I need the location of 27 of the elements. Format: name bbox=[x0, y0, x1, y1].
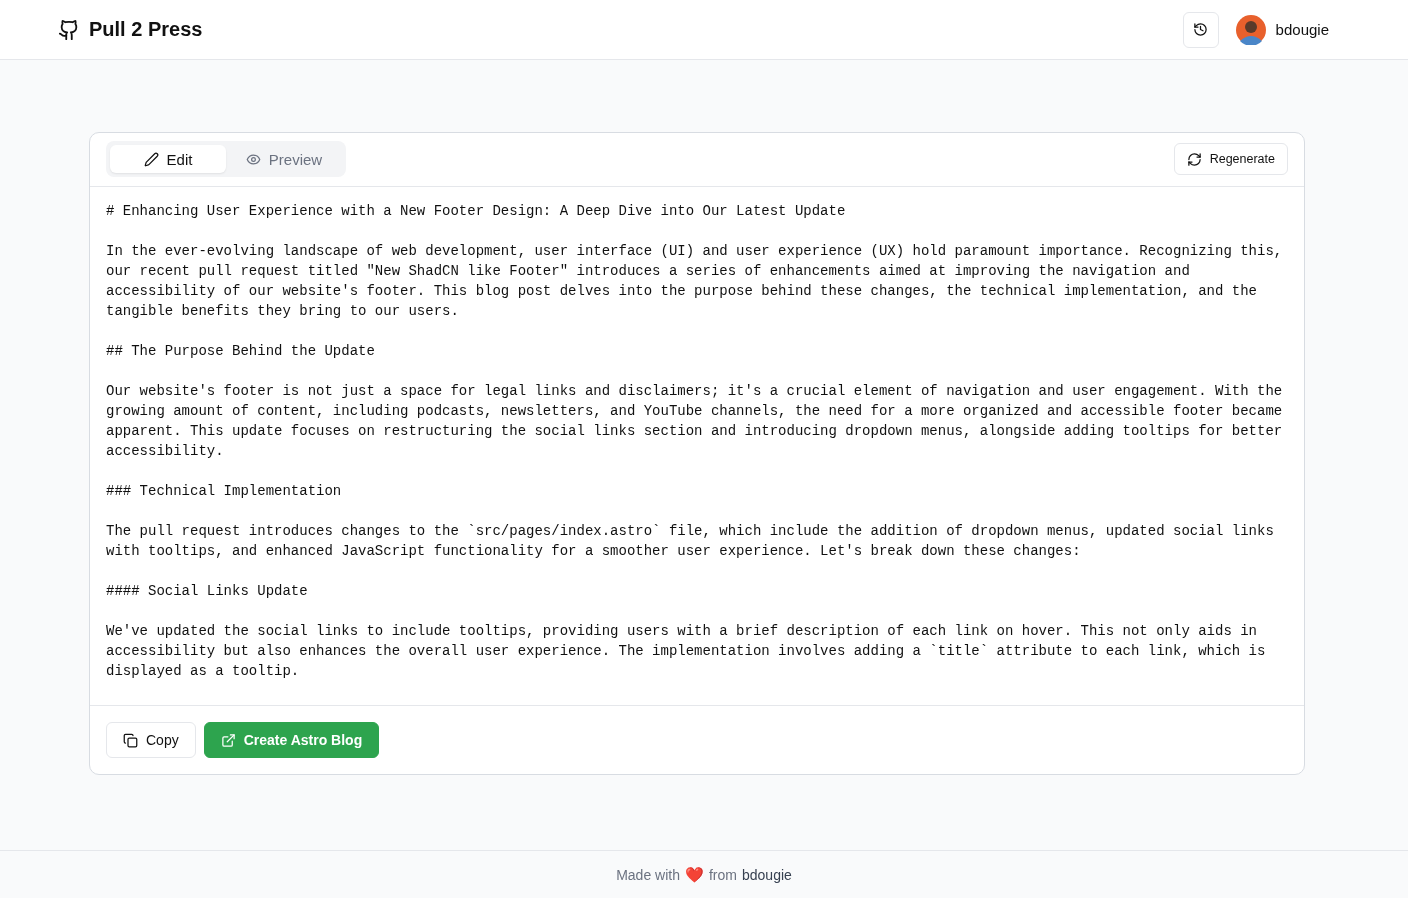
markdown-paragraph: ### Technical Implementation bbox=[106, 482, 343, 501]
app-title: Pull 2 Press bbox=[89, 18, 203, 41]
copy-icon bbox=[123, 732, 138, 748]
markdown-paragraph: The pull request introduces changes to the `src/pages/index.astro` file, which include the addition of dropdown menus, updated social links with tooltips, and enhanced JavaScript functionality for a smoother user experience. Let's break down these changes: bbox=[106, 522, 1275, 561]
eye-icon bbox=[245, 151, 261, 167]
history-button[interactable] bbox=[1182, 11, 1219, 48]
github-logo-icon bbox=[58, 18, 80, 41]
avatar[interactable] bbox=[1235, 14, 1266, 45]
markdown-paragraph: # Enhancing User Experience with a New Footer Design: A Deep Dive into Our Latest Update bbox=[106, 202, 847, 221]
refresh-icon bbox=[1186, 151, 1202, 167]
markdown-paragraph: ## The Purpose Behind the Update bbox=[106, 342, 376, 361]
markdown-paragraph: Our website's footer is not just a space for legal links and disclaimers; it's a crucial element of navigation and user engagement. With the growing amount of content, including podcasts, newsletters, and YouTube channels, the need for a more organized and accessible footer became apparent. This update focuses on restructuring the social links section and introducing dropdown menus, alongside adding tooltips for better accessibility. bbox=[106, 382, 1284, 461]
footer-text: from bbox=[709, 866, 737, 883]
markdown-paragraph: In the ever-evolving landscape of web development, user interface (UI) and user experience (UX) hold paramount importance. Recognizing this, our recent pull request titled "New ShadCN like Footer" introduces a series of enhancements aimed at improving the navigation and accessibility of our website's footer. This blog post delves into the purpose behind these changes, the technical implementation, and the tangible benefits they bring to our users. bbox=[106, 242, 1284, 321]
copy-button[interactable]: Copy bbox=[106, 722, 196, 758]
markdown-paragraph: We've updated the social links to include tooltips, providing users with a brief description of each link on hover. This not only aids in accessibility but also enhances the overall user experience. The implementation involves adding a `title` attribute to each link, which is displayed as a tooltip. bbox=[106, 622, 1267, 681]
history-icon bbox=[1193, 22, 1209, 37]
author-link[interactable]: bdougie bbox=[742, 866, 792, 883]
heart-emoji: ❤ bbox=[685, 865, 704, 884]
external-link-icon bbox=[220, 732, 236, 748]
markdown-paragraph: #### Social Links Update bbox=[106, 582, 309, 601]
username[interactable]: bdougie bbox=[1275, 21, 1329, 38]
tab[interactable]: Edit bbox=[110, 145, 226, 173]
footer-text: Made with bbox=[616, 866, 680, 883]
tab[interactable]: Preview bbox=[226, 145, 342, 173]
regenerate-button[interactable]: Regenerate bbox=[1173, 143, 1288, 175]
pencil-icon bbox=[143, 151, 159, 167]
